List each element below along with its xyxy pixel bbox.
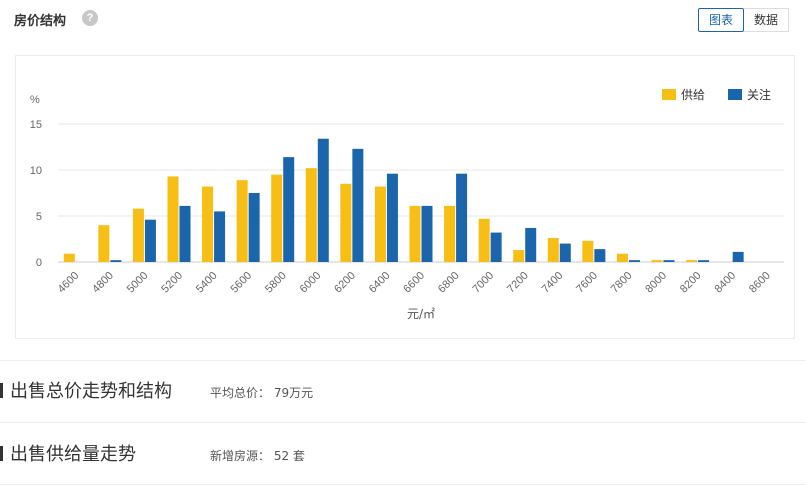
bar-attention (214, 211, 226, 262)
legend-label-attention: 关注 (747, 87, 771, 102)
x-axis-title: 元/㎡ (407, 307, 435, 321)
x-tick-label: 8600 (747, 270, 773, 296)
bar-attention (525, 227, 537, 262)
bar-supply (305, 168, 317, 262)
x-tick-label: 6200 (332, 270, 358, 296)
section-title: 出售总价走势和结构 (10, 381, 172, 402)
x-tick-label: 6600 (401, 270, 427, 296)
chart-view-button[interactable]: 图表 (698, 8, 745, 32)
bar-attention (144, 219, 156, 262)
legend-label-supply: 供给 (681, 88, 705, 102)
bar-supply (409, 205, 421, 262)
question-icon[interactable]: ? (82, 10, 98, 26)
bar-supply (340, 183, 352, 262)
divider (0, 360, 806, 361)
price-structure-chart: 0 5 10 15% 4600 4800 5000 5200 5400 5600 5800 6000 6… (30, 87, 784, 321)
y-tick-label: 15 (30, 119, 42, 131)
bar-supply (202, 186, 214, 262)
x-tick-label: 8200 (678, 270, 704, 296)
bar-supply (132, 208, 144, 262)
bar-supply (98, 225, 110, 262)
legend-swatch-supply (662, 89, 676, 100)
bar-supply (686, 260, 698, 262)
bar-supply (63, 253, 75, 262)
divider (0, 484, 806, 485)
page-title: 房价结构 (14, 14, 67, 29)
bar-supply (374, 186, 386, 262)
header: 房价结构 ? 图表 数据 (0, 0, 806, 40)
x-tick-label: 5800 (263, 270, 289, 296)
new-listings-count: 新增房源： 52 套 (210, 449, 305, 463)
x-tick-label: 7600 (574, 270, 600, 296)
x-tick-label: 8000 (643, 270, 669, 296)
x-tick-label: 5400 (194, 270, 220, 296)
x-tick-label: 6400 (367, 270, 393, 296)
bar-attention (317, 138, 329, 262)
section-marker (0, 383, 3, 398)
bar-supply (651, 260, 663, 262)
section-marker (0, 446, 3, 461)
chart-container: 0 5 10 15% 4600 4800 5000 5200 5400 5600 5800 6000 6… (15, 55, 795, 339)
bar-attention (628, 260, 640, 262)
x-tick-label: 7200 (505, 270, 531, 296)
section-supply-volume[interactable]: 出售供给量走势 新增房源： 52 套 (0, 433, 806, 473)
bar-supply (616, 253, 628, 262)
bar-supply (271, 174, 283, 262)
y-axis-unit: % (30, 94, 40, 106)
bar-attention (283, 157, 295, 262)
bar-attention (698, 260, 710, 262)
legend-swatch-attention (728, 89, 742, 100)
x-tick-label: 7400 (540, 270, 566, 296)
bar-attention (110, 260, 122, 262)
bar-attention (421, 205, 433, 262)
y-tick-label: 5 (36, 211, 42, 223)
bar-attention (559, 243, 571, 262)
bar-supply (236, 180, 248, 262)
x-tick-label: 6800 (436, 270, 462, 296)
bar-supply (513, 250, 525, 262)
x-tick-label: 5200 (159, 270, 185, 296)
bar-attention (248, 193, 260, 262)
x-tick-label: 4600 (56, 270, 82, 296)
x-tick-label: 7800 (609, 270, 635, 296)
bar-supply (547, 238, 559, 262)
data-view-button[interactable]: 数据 (744, 8, 790, 32)
bar-supply (444, 205, 456, 262)
y-tick-label: 0 (36, 257, 42, 269)
average-total-price: 平均总价： 79万元 (210, 386, 314, 400)
bar-attention (352, 148, 364, 262)
bar-attention (663, 260, 675, 262)
bar-attention (490, 232, 502, 262)
bar-supply (167, 176, 179, 262)
x-tick-label: 4800 (90, 270, 116, 296)
x-tick-label: 5000 (125, 270, 151, 296)
section-total-price[interactable]: 出售总价走势和结构 平均总价： 79万元 (0, 370, 806, 410)
x-tick-label: 8400 (712, 270, 738, 296)
bar-attention (594, 249, 606, 262)
divider (0, 422, 806, 423)
section-title: 出售供给量走势 (10, 444, 136, 465)
view-toggle: 图表 数据 (698, 8, 790, 32)
x-tick-label: 5600 (228, 270, 254, 296)
bar-supply (478, 218, 490, 262)
bar-attention (732, 251, 744, 262)
bar-supply (582, 240, 594, 262)
bar-attention (456, 173, 468, 262)
x-tick-label: 7000 (470, 270, 496, 296)
page: 房价结构 ? 图表 数据 0 5 10 15% 4600 4800 5000 5200 5400… (0, 0, 806, 489)
y-tick-label: 10 (30, 165, 42, 177)
bar-attention (386, 173, 398, 262)
x-tick-label: 6000 (298, 270, 324, 296)
bar-attention (179, 205, 191, 262)
